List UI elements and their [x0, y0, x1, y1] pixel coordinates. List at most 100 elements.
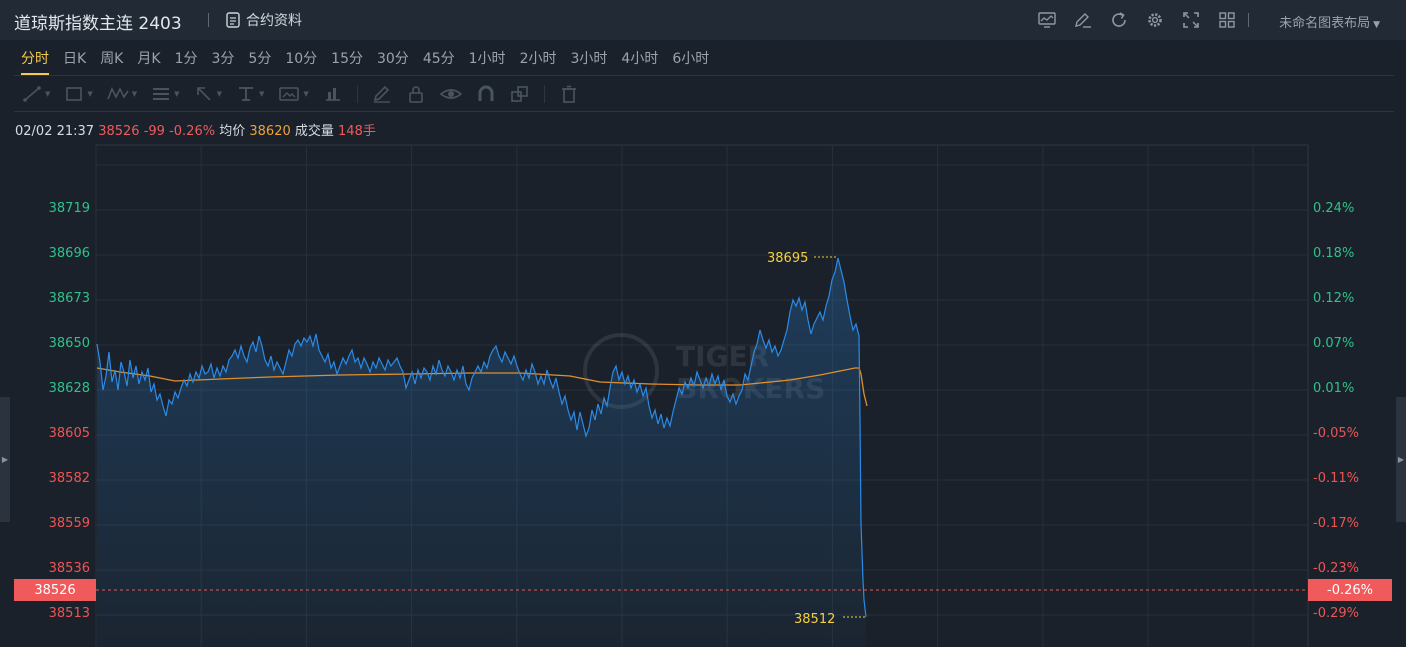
period-tab-9[interactable]: 30分	[370, 46, 416, 72]
eye-icon	[439, 89, 462, 99]
volume-label: 成交量	[294, 124, 334, 139]
quote-price: 38526	[98, 124, 140, 139]
indicator-icon[interactable]	[1036, 9, 1058, 31]
y-tick-price: 38696	[48, 246, 90, 261]
y-tick-percent: 0.07%	[1313, 336, 1355, 351]
watermark-line-2: BROKERS	[676, 372, 825, 405]
arrow-tool[interactable]: ▼	[194, 85, 222, 103]
y-tick-price: 38605	[48, 426, 90, 441]
y-tick-price: 38582	[48, 471, 90, 486]
watermark: TIGER BROKERS	[583, 333, 825, 409]
period-tab-8[interactable]: 15分	[324, 46, 370, 72]
trash-icon	[561, 85, 576, 103]
contract-info-label: 合约资料	[246, 13, 302, 29]
y-tick-price: 38536	[48, 561, 90, 576]
delete-tool[interactable]	[559, 85, 579, 103]
period-tab-10[interactable]: 45分	[416, 46, 462, 72]
chart-layout-dropdown[interactable]: 未命名图表布局 ▼	[1279, 12, 1380, 31]
quote-datetime: 02/02 21:37	[15, 124, 95, 139]
rectangle-tool[interactable]: ▼	[64, 85, 93, 103]
tool-caret-icon: ▼	[87, 90, 93, 98]
chart-tools	[1036, 9, 1238, 31]
y-tick-percent: -0.17%	[1313, 516, 1359, 531]
lock-tool[interactable]	[406, 85, 426, 103]
period-tab-7[interactable]: 10分	[278, 46, 324, 72]
text-icon	[238, 87, 253, 101]
low-annotation: 38512	[794, 612, 835, 627]
chart-grid	[95, 144, 1309, 647]
layout-separator	[1248, 13, 1249, 27]
y-tick-price: 38673	[48, 291, 90, 306]
y-tick-percent: -0.29%	[1313, 606, 1359, 621]
period-tab-1[interactable]: 日K	[56, 46, 93, 72]
price-area-fill	[97, 258, 866, 647]
y-tick-percent: 0.01%	[1313, 381, 1355, 396]
volume-value: 148手	[338, 124, 376, 139]
current-price-tag: 38526	[14, 579, 96, 601]
tool-separator	[543, 85, 545, 103]
y-tick-percent: -0.11%	[1313, 471, 1359, 486]
fullscreen-icon[interactable]	[1180, 9, 1202, 31]
y-tick-price: 38513	[48, 606, 90, 621]
avg-price-value: 38620	[249, 124, 291, 139]
arrow-icon	[196, 87, 211, 101]
tool-caret-icon: ▼	[303, 90, 309, 98]
tool-caret-icon: ▼	[174, 90, 180, 98]
left-panel-toggle[interactable]: ▶	[0, 397, 10, 522]
tool-separator	[356, 85, 358, 103]
current-pct-tag: -0.26%	[1308, 579, 1392, 601]
caret-down-icon: ▼	[1373, 20, 1380, 30]
refresh-icon[interactable]	[1108, 9, 1130, 31]
settings-gear-icon[interactable]	[1144, 9, 1166, 31]
trendline-tool[interactable]: ▼	[22, 85, 50, 103]
visibility-tool[interactable]	[439, 85, 462, 103]
edit-icon[interactable]	[1072, 9, 1094, 31]
image-label-tool[interactable]: ▼	[278, 85, 309, 103]
magnet-icon	[478, 85, 494, 101]
y-tick-percent: -0.23%	[1313, 561, 1359, 576]
image-label-icon	[279, 87, 300, 101]
quote-info-bar: 02/02 21:37 38526 -99 -0.26% 均价 38620 成交…	[15, 120, 376, 139]
chart-layout-label: 未命名图表布局	[1279, 16, 1371, 31]
quote-change-pct: -0.26%	[169, 124, 216, 139]
y-tick-percent: 0.12%	[1313, 291, 1355, 306]
right-panel-toggle[interactable]: ▶	[1396, 397, 1406, 522]
period-tab-5[interactable]: 3分	[204, 46, 241, 72]
tool-caret-icon: ▼	[258, 90, 265, 98]
fibonacci-icon	[153, 88, 170, 100]
pen-icon	[373, 85, 390, 103]
pen-tool[interactable]	[372, 85, 392, 103]
average-price-line	[96, 367, 868, 407]
tool-caret-icon: ▼	[131, 90, 138, 98]
pattern-tool[interactable]: ▼	[107, 85, 137, 103]
toolbar-divider	[14, 111, 1394, 112]
contract-info-button[interactable]: 合约资料	[226, 10, 302, 30]
price-line	[96, 257, 867, 618]
y-tick-price: 38719	[48, 201, 90, 216]
clone-tool[interactable]	[510, 85, 530, 103]
period-tabs: 分时 日K 周K 月K 1分 3分 5分 10分 15分 30分 45分 1小时 2小时 3小时 4小时 6小…	[14, 46, 716, 75]
y-tick-percent: 0.18%	[1313, 246, 1355, 261]
instrument-title: 道琼斯指数主连 2403	[14, 14, 182, 34]
grid-layout-icon[interactable]	[1216, 9, 1238, 31]
period-tab-11[interactable]: 1小时	[462, 46, 513, 72]
period-tab-14[interactable]: 4小时	[614, 46, 665, 72]
period-tab-2[interactable]: 周K	[93, 46, 130, 72]
period-tab-15[interactable]: 6小时	[665, 46, 716, 72]
avg-price-label: 均价	[219, 124, 246, 139]
period-tab-12[interactable]: 2小时	[513, 46, 564, 72]
period-tab-3[interactable]: 月K	[130, 46, 167, 72]
period-tab-4[interactable]: 1分	[168, 46, 205, 72]
quote-change: -99	[143, 124, 165, 139]
fibonacci-tool[interactable]: ▼	[151, 85, 180, 103]
wave-pattern-icon	[107, 87, 129, 100]
top-bar: 道琼斯指数主连 2403 合约资料 未命名图表布局 ▼	[0, 0, 1406, 40]
period-tab-13[interactable]: 3小时	[563, 46, 614, 72]
magnet-tool[interactable]	[476, 85, 496, 103]
tool-caret-icon: ▼	[216, 90, 222, 98]
measure-tool[interactable]	[323, 85, 343, 103]
period-tab-0[interactable]: 分时	[14, 46, 56, 75]
text-tool[interactable]: ▼	[236, 85, 264, 103]
tool-caret-icon: ▼	[45, 90, 51, 98]
period-tab-6[interactable]: 5分	[241, 46, 278, 72]
